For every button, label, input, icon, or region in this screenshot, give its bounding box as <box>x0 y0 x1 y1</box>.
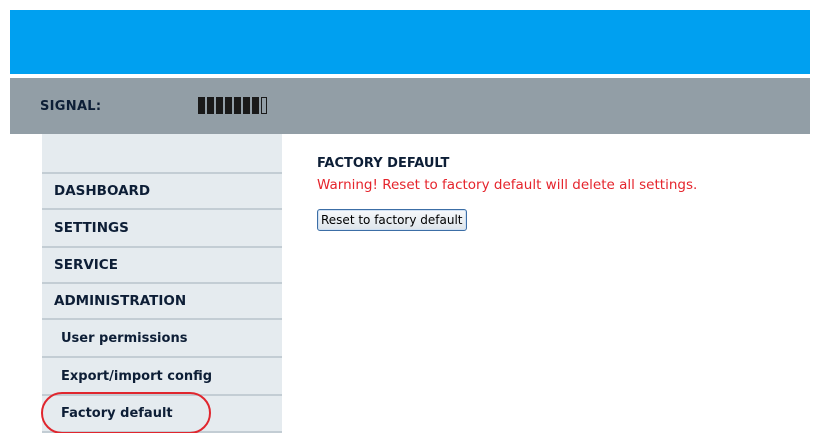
signal-status-bar: SIGNAL: <box>10 78 810 134</box>
sidebar-item-label: User permissions <box>61 330 188 346</box>
sidebar-item-user-permissions[interactable]: User permissions <box>42 320 282 358</box>
highlight-circle-annotation <box>41 392 211 433</box>
sidebar-item-export-import-config[interactable]: Export/import config <box>42 358 282 396</box>
signal-bar-segment-empty <box>261 97 267 114</box>
page-title: FACTORY DEFAULT <box>317 156 450 171</box>
signal-bar-segment <box>252 97 259 114</box>
warning-message: Warning! Reset to factory default will d… <box>317 177 698 193</box>
signal-bar-segment <box>243 97 250 114</box>
sidebar-item-label: SERVICE <box>54 257 118 273</box>
signal-bar-segment <box>207 97 214 114</box>
signal-bar-segment <box>225 97 232 114</box>
sidebar-item-label: Export/import config <box>61 368 213 384</box>
sidebar-item-blank <box>42 134 282 174</box>
sidebar-item-service[interactable]: SERVICE <box>42 248 282 284</box>
signal-bar-segment <box>198 97 205 114</box>
sidebar-item-label: SETTINGS <box>54 220 129 236</box>
sidebar-item-label: DASHBOARD <box>54 183 151 199</box>
sidebar-nav: DASHBOARD SETTINGS SERVICE ADMINISTRATIO… <box>42 134 282 433</box>
signal-bar-segment <box>234 97 241 114</box>
sidebar-item-label: ADMINISTRATION <box>54 293 187 309</box>
sidebar-item-settings[interactable]: SETTINGS <box>42 210 282 248</box>
page: SIGNAL: DASHBOARD SETTINGS SERVICE ADMIN… <box>10 10 810 433</box>
signal-strength-meter <box>198 97 267 114</box>
top-banner <box>10 10 810 74</box>
signal-label: SIGNAL: <box>40 99 102 114</box>
sidebar-item-dashboard[interactable]: DASHBOARD <box>42 174 282 210</box>
reset-to-factory-default-button[interactable]: Reset to factory default <box>317 209 467 231</box>
sidebar-item-administration[interactable]: ADMINISTRATION <box>42 284 282 320</box>
signal-bar-segment <box>216 97 223 114</box>
